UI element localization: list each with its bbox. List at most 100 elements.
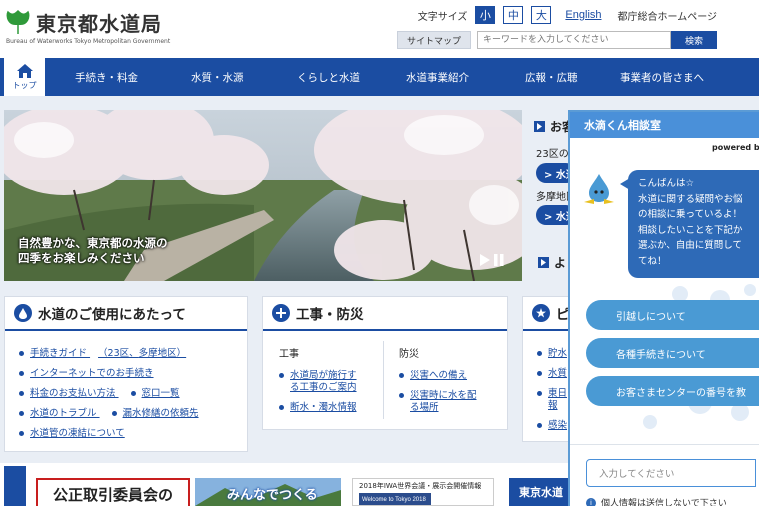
search-input[interactable]	[477, 31, 671, 49]
bullet-icon	[537, 391, 542, 396]
list-item: 貯水	[537, 345, 567, 359]
bullet-icon	[19, 431, 24, 436]
slideshow-controls	[480, 254, 504, 266]
nav-water-quality[interactable]: 水質・水源	[191, 58, 244, 96]
banner-iwa-title: 2018年IWA世界会議・展示会開催情報	[359, 482, 482, 490]
pickup-link-3-cont[interactable]: 報	[548, 400, 558, 411]
privacy-note-text: 個人情報は送信しないで下さい	[601, 499, 727, 506]
bullet-icon	[537, 423, 542, 428]
banner-tokyo-suido-text: 東京水道	[519, 486, 563, 499]
nav-pr[interactable]: 広報・広聴	[525, 58, 578, 96]
hero-caption-line1: 自然豊かな、東京都の水源の	[18, 236, 168, 250]
bullet-icon	[537, 351, 542, 356]
search-button[interactable]: 検索	[671, 31, 717, 49]
ginkgo-leaf-icon	[6, 10, 30, 34]
banner-accent	[4, 466, 26, 506]
banner-iwa-sub: Welcome to Tokyo 2018	[359, 493, 431, 505]
pickup-link-2[interactable]: 水質	[548, 368, 567, 379]
banner-iwa[interactable]: 2018年IWA世界会議・展示会開催情報 Welcome to Tokyo 20…	[352, 478, 494, 506]
chat-option-customer-center[interactable]: お客さまセンターの番号を教	[586, 376, 759, 406]
logo-subtitle: Bureau of Waterworks Tokyo Metropolitan …	[6, 38, 171, 45]
chat-option-procedures[interactable]: 各種手続きについて	[586, 338, 759, 368]
star-icon	[532, 304, 550, 322]
nav-home[interactable]: トップ	[4, 58, 45, 96]
pickup-link-1[interactable]: 貯水	[548, 348, 567, 359]
chat-input[interactable]: 入力してください	[586, 459, 756, 487]
hero-slideshow[interactable]: 自然豊かな、東京都の水源の 四季をお楽しみください	[4, 110, 522, 281]
water-drop-icon	[14, 304, 32, 322]
bullet-icon	[279, 405, 284, 410]
usage-card-header: 水道のご使用にあたって	[5, 297, 247, 331]
chat-widget: 水滴くん相談室 powered by こんばんは☆ 水道に関する疑問やお悩 の相…	[568, 110, 759, 506]
banner-jftc[interactable]: 公正取引委員会の	[36, 478, 190, 506]
font-size-small-button[interactable]: 小	[475, 6, 496, 24]
nav-procedures[interactable]: 手続き・料金	[75, 58, 138, 96]
chat-title: 水滴くん相談室	[584, 119, 661, 132]
english-link[interactable]: English	[565, 9, 601, 21]
list-item: 手続きガイド （23区、多摩地区）	[19, 345, 186, 359]
disaster-heading: 防災	[399, 349, 419, 360]
procedure-guide-link[interactable]: 手続きガイド	[30, 348, 87, 359]
nav-enterprises[interactable]: 事業者の皆さまへ	[620, 58, 704, 96]
font-size-label: 文字サイズ	[417, 11, 468, 23]
banner-minna[interactable]: みんなでつくる	[195, 478, 341, 506]
pickup-link-4[interactable]: 感染	[548, 420, 567, 431]
usage-card: 水道のご使用にあたって 手続きガイド （23区、多摩地区） インターネットでのお…	[4, 296, 248, 452]
list-item: 災害への備え	[399, 367, 467, 381]
bullet-icon	[130, 391, 136, 396]
column-divider	[383, 341, 384, 419]
logo-title: 東京都水道局	[36, 12, 162, 36]
font-size-medium-button[interactable]: 中	[503, 6, 524, 24]
chat-option-moving[interactable]: 引越しについて	[586, 300, 759, 330]
nav-business[interactable]: 水道事業紹介	[406, 58, 469, 96]
water-distribution-link-cont[interactable]: る場所	[410, 402, 439, 413]
tama-link[interactable]: 多摩地区）	[139, 348, 187, 359]
pause-icon[interactable]	[494, 254, 504, 266]
portal-link[interactable]: 都庁総合ホームページ	[618, 8, 718, 23]
water-drop-mascot-icon	[584, 174, 614, 204]
play-icon[interactable]	[480, 254, 490, 266]
chat-message-bubble: こんばんは☆ 水道に関する疑問やお悩 の相談に乗っているよ！ 相談したいことを下…	[628, 170, 759, 278]
bullet-icon	[19, 411, 24, 416]
bullet-icon	[537, 371, 542, 376]
works-card-title: 工事・防災	[296, 307, 364, 323]
global-nav: トップ 手続き・料金 水質・水源 くらしと水道 水道事業紹介 広報・広聴 事業者…	[0, 58, 759, 96]
arrow-right-icon	[534, 121, 545, 132]
bullet-icon	[279, 373, 284, 378]
arrow-right-icon	[538, 257, 549, 268]
banner-minna-text: みんなでつくる	[227, 488, 318, 503]
hero-caption-line2: 四季をお楽しみください	[18, 251, 145, 265]
chat-divider	[570, 444, 759, 445]
list-item: 水質	[537, 365, 567, 379]
online-procedures-link[interactable]: インターネットでのお手続き	[30, 368, 154, 379]
powered-by: powered by	[712, 143, 759, 152]
construction-info-link-cont[interactable]: る工事のご案内	[290, 382, 357, 393]
payment-methods-link[interactable]: 料金のお支払い方法	[30, 388, 116, 399]
list-item: 水道のトラブル 漏水修繕の依頼先	[19, 405, 199, 419]
chat-header[interactable]: 水滴くん相談室	[570, 112, 759, 138]
bullet-icon	[399, 393, 404, 398]
list-item: 断水・濁水情報	[279, 399, 357, 413]
hero-caption: 自然豊かな、東京都の水源の 四季をお楽しみください	[18, 236, 168, 266]
construction-heading: 工事	[279, 349, 299, 360]
bullet-icon	[19, 351, 24, 356]
home-icon	[16, 63, 33, 78]
pipe-freezing-link[interactable]: 水道管の凍結について	[30, 428, 125, 439]
font-size-large-button[interactable]: 大	[531, 6, 552, 24]
list-item: 報	[548, 397, 558, 411]
list-item: インターネットでのお手続き	[19, 365, 154, 379]
list-item: る場所	[410, 399, 439, 413]
works-card: 工事・防災 工事 防災 水道局が施行す る工事のご案内 断水・濁水情報 災害への…	[262, 296, 508, 430]
site-header: 東京都水道局 Bureau of Waterworks Tokyo Metrop…	[0, 0, 759, 58]
nav-life[interactable]: くらしと水道	[297, 58, 360, 96]
disaster-prep-link[interactable]: 災害への備え	[410, 370, 467, 381]
works-card-header: 工事・防災	[263, 297, 507, 331]
leak-repair-link[interactable]: 漏水修繕の依頼先	[123, 408, 199, 419]
sitemap-button[interactable]: サイトマップ	[397, 31, 471, 49]
plus-icon	[272, 304, 290, 322]
water-trouble-link[interactable]: 水道のトラブル	[30, 408, 97, 419]
list-item: る工事のご案内	[290, 379, 357, 393]
counter-list-link[interactable]: 窓口一覧	[142, 388, 180, 399]
privacy-note: i 個人情報は送信しないで下さい	[586, 496, 727, 506]
outage-info-link[interactable]: 断水・濁水情報	[290, 402, 357, 413]
